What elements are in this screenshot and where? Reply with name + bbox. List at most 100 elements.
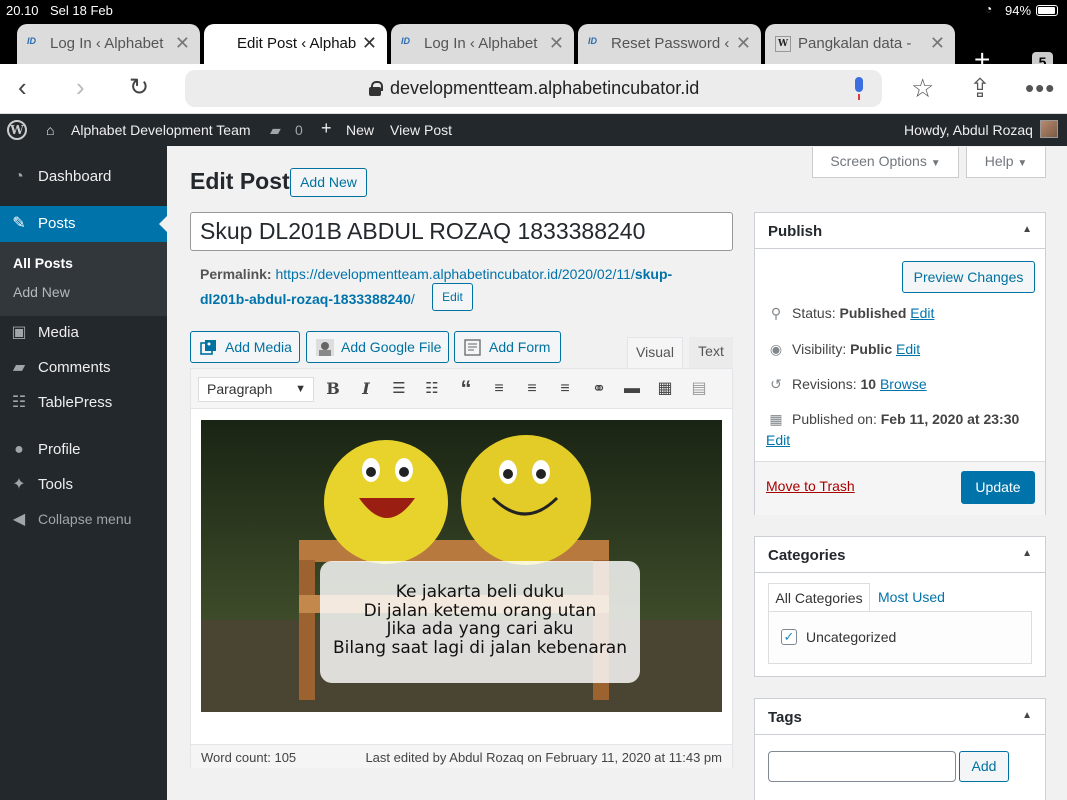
new-content-link[interactable]: New	[346, 122, 374, 138]
add-media-icon	[200, 339, 218, 356]
view-post-link[interactable]: View Post	[390, 122, 452, 138]
collapse-toggle-icon[interactable]: ▲	[1022, 548, 1032, 559]
browse-revisions-link[interactable]: Browse	[880, 376, 927, 392]
bookmark-star-icon[interactable]: ☆	[911, 73, 934, 104]
back-arrow-icon[interactable]: ‹	[18, 72, 27, 103]
browser-tab[interactable]: ID Reset Password ‹ ✕	[578, 24, 761, 64]
italic-icon[interactable]: I	[355, 378, 377, 400]
plus-icon[interactable]: +	[321, 118, 332, 139]
tags-box-header[interactable]: Tags ▲	[755, 699, 1045, 735]
bold-icon[interactable]: B	[322, 378, 344, 400]
read-more-icon[interactable]: ▬	[621, 378, 643, 400]
align-left-icon[interactable]: ≡	[488, 378, 510, 400]
ios-status-bar: 20.10 Sel 18 Feb ◔ 94%	[0, 0, 1067, 20]
caption-line: Ke jakarta beli duku	[395, 582, 565, 602]
status-edit-link[interactable]: Edit	[910, 305, 934, 321]
tab-text[interactable]: Text	[689, 337, 733, 368]
post-image[interactable]: Ke jakarta beli duku Di jalan ketemu ora…	[201, 420, 722, 712]
screen-options-button[interactable]: Screen Options ▼	[812, 147, 959, 178]
link-icon[interactable]: ⚭	[588, 378, 610, 400]
browser-tab[interactable]: ID Log In ‹ Alphabet ✕	[17, 24, 200, 64]
wordpress-logo-icon[interactable]: W	[7, 120, 27, 140]
comments-count[interactable]: 0	[295, 122, 303, 138]
tab-title: Reset Password ‹	[611, 35, 730, 52]
more-icon[interactable]: •••	[1025, 73, 1055, 104]
browser-tab-strip: ID Log In ‹ Alphabet ✕ Edit Post ‹ Alpha…	[0, 20, 1067, 74]
site-name-link[interactable]: Alphabet Development Team	[71, 122, 251, 138]
close-tab-icon[interactable]: ✕	[736, 33, 751, 54]
account-greeting[interactable]: Howdy, Abdul Rozaq	[904, 122, 1033, 138]
menu-item-media[interactable]: ▣ Media	[0, 315, 167, 351]
category-checkbox[interactable]: ✓	[781, 629, 797, 645]
menu-item-tools[interactable]: ✦ Tools	[0, 467, 167, 503]
tag-input[interactable]	[768, 751, 956, 782]
submenu-all-posts[interactable]: All Posts	[13, 255, 73, 271]
category-label: Uncategorized	[806, 629, 897, 645]
close-tab-icon[interactable]: ✕	[930, 33, 945, 54]
add-new-button[interactable]: Add New	[290, 168, 367, 197]
reload-icon[interactable]: ↻	[129, 73, 149, 102]
revisions-row: ↺ Revisions: 10 Browse	[766, 376, 927, 393]
browser-toolbar: ‹ › ↻ developmentteam.alphabetincubator.…	[0, 64, 1067, 114]
menu-item-comments[interactable]: ▰ Comments	[0, 350, 167, 386]
menu-item-profile[interactable]: ● Profile	[0, 432, 167, 468]
menu-item-posts[interactable]: ✎ Posts	[0, 206, 167, 242]
submenu-add-new[interactable]: Add New	[13, 284, 70, 300]
numbered-list-icon[interactable]: ☷	[421, 378, 443, 400]
menu-item-tablepress[interactable]: ☷ TablePress	[0, 385, 167, 421]
url-field[interactable]: developmentteam.alphabetincubator.id	[185, 70, 882, 107]
alphabet-favicon-icon: ID	[27, 36, 36, 46]
categories-box-header[interactable]: Categories ▲	[755, 537, 1045, 573]
status-row: ⚲ Status: Published Edit	[766, 305, 935, 322]
embed-icon[interactable]: ▤	[688, 378, 710, 400]
bullet-list-icon[interactable]: ☰	[388, 378, 410, 400]
add-tag-button[interactable]: Add	[959, 751, 1009, 782]
add-google-file-button[interactable]: Add Google File	[306, 331, 449, 363]
tab-visual[interactable]: Visual	[627, 337, 683, 368]
status-label: Status:	[792, 305, 836, 321]
update-button[interactable]: Update	[961, 471, 1035, 504]
tab-most-used[interactable]: Most Used	[878, 583, 945, 611]
avatar[interactable]	[1040, 120, 1058, 138]
help-button[interactable]: Help ▼	[966, 147, 1046, 178]
menu-label: Posts	[38, 215, 76, 232]
add-form-button[interactable]: Add Form	[454, 331, 561, 363]
menu-item-collapse[interactable]: ◀ Collapse menu	[0, 502, 167, 538]
share-icon[interactable]: ⇪	[969, 73, 991, 104]
align-center-icon[interactable]: ≡	[521, 378, 543, 400]
pin-icon: ✎	[12, 215, 26, 232]
collapse-toggle-icon[interactable]: ▲	[1022, 224, 1032, 235]
align-right-icon[interactable]: ≡	[554, 378, 576, 400]
menu-item-dashboard[interactable]: ◔ Dashboard	[0, 159, 167, 195]
preview-changes-button[interactable]: Preview Changes	[902, 261, 1035, 293]
home-icon[interactable]: ⌂	[46, 122, 54, 138]
close-tab-icon[interactable]: ✕	[362, 33, 377, 54]
visibility-edit-link[interactable]: Edit	[896, 341, 920, 357]
status-date: Sel 18 Feb	[50, 3, 113, 18]
comment-icon[interactable]: ▰	[270, 122, 281, 139]
blockquote-icon[interactable]: “	[455, 378, 477, 400]
tab-all-categories[interactable]: All Categories	[768, 583, 870, 611]
published-edit-link[interactable]: Edit	[766, 432, 790, 448]
close-tab-icon[interactable]: ✕	[549, 33, 564, 54]
close-tab-icon[interactable]: ✕	[175, 33, 190, 54]
post-title-input[interactable]	[190, 212, 733, 251]
browser-tab[interactable]: ID Log In ‹ Alphabet ✕	[391, 24, 574, 64]
permalink-edit-button[interactable]: Edit	[432, 283, 473, 311]
help-label: Help	[984, 153, 1014, 169]
collapse-toggle-icon[interactable]: ▲	[1022, 710, 1032, 721]
toolbar-toggle-icon[interactable]: ▦	[654, 378, 676, 400]
forward-arrow-icon[interactable]: ›	[76, 72, 85, 103]
wikipedia-favicon-icon: W	[775, 36, 791, 52]
tags-box-title: Tags	[768, 709, 802, 726]
browser-tab-active[interactable]: Edit Post ‹ Alphab ✕	[204, 24, 387, 64]
microphone-icon[interactable]	[852, 77, 866, 101]
add-media-button[interactable]: Add Media	[190, 331, 300, 363]
move-to-trash-link[interactable]: Move to Trash	[766, 478, 855, 494]
dashboard-icon: ◔	[14, 168, 24, 185]
format-select[interactable]: Paragraph ▼	[198, 377, 314, 402]
menu-label: Tools	[38, 476, 74, 493]
browser-tab[interactable]: W Pangkalan data - ✕	[765, 24, 955, 64]
publish-box-header[interactable]: Publish ▲	[755, 213, 1045, 249]
media-button-label: Add Form	[489, 339, 551, 355]
